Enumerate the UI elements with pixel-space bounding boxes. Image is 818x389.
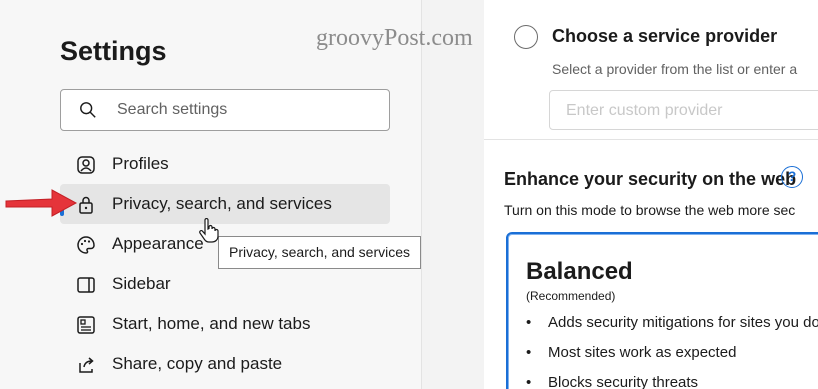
palette-icon — [77, 236, 95, 254]
sidebar-item-start-home[interactable]: Start, home, and new tabs — [60, 304, 390, 344]
share-icon — [79, 357, 94, 373]
enhance-security-title: Enhance your security on the web — [504, 169, 797, 189]
sidebar-item-sidebar[interactable]: Sidebar — [60, 264, 390, 304]
help-icon[interactable]: ? — [781, 166, 803, 188]
tooltip: Privacy, search, and services — [218, 236, 422, 269]
settings-title: Settings — [60, 36, 167, 66]
provider-section: Choose a service provider Select a provi… — [484, 0, 818, 140]
provider-title: Choose a service provider — [552, 26, 778, 46]
sidebar-icon — [77, 277, 95, 293]
hand-cursor-icon — [199, 218, 219, 243]
home-icon — [77, 316, 95, 334]
search-input[interactable]: Search settings — [60, 89, 390, 131]
search-placeholder: Search settings — [117, 101, 228, 118]
lock-icon — [79, 196, 93, 214]
sidebar-item-label: Share, copy and paste — [112, 354, 283, 373]
provider-subtitle: Select a provider from the list or enter… — [552, 61, 798, 77]
watermark: groovyPost.com — [316, 25, 473, 51]
red-arrow-icon — [5, 189, 78, 217]
custom-provider-input[interactable]: Enter custom provider — [549, 90, 818, 130]
sidebar-item-label: Privacy, search, and services — [112, 194, 332, 213]
settings-content: Choose a service provider Select a provi… — [484, 0, 818, 389]
sidebar-item-profiles[interactable]: Profiles — [60, 144, 390, 184]
search-icon — [80, 102, 96, 118]
sidebar-item-label: Profiles — [112, 154, 169, 173]
card-bullet: • Adds security mitigations for sites you… — [526, 314, 818, 331]
sidebar-item-label: Start, home, and new tabs — [112, 314, 311, 333]
sidebar-item-label: Appearance — [112, 234, 204, 253]
sidebar-item-label: Sidebar — [112, 274, 171, 293]
sidebar-item-share[interactable]: Share, copy and paste — [60, 344, 390, 384]
card-title: Balanced — [526, 258, 633, 285]
enhance-security-subtitle: Turn on this mode to browse the web more… — [504, 202, 796, 218]
provider-radio[interactable] — [514, 25, 538, 49]
card-bullet: • Blocks security threats — [526, 374, 699, 389]
sidebar-item-privacy[interactable]: Privacy, search, and services — [60, 184, 390, 224]
card-recommended: (Recommended) — [526, 289, 616, 303]
profile-icon — [77, 156, 95, 174]
card-bullet: • Most sites work as expected — [526, 344, 737, 361]
custom-provider-placeholder: Enter custom provider — [566, 102, 723, 119]
balanced-option-card[interactable]: Balanced (Recommended) • Adds security mi… — [506, 232, 818, 389]
